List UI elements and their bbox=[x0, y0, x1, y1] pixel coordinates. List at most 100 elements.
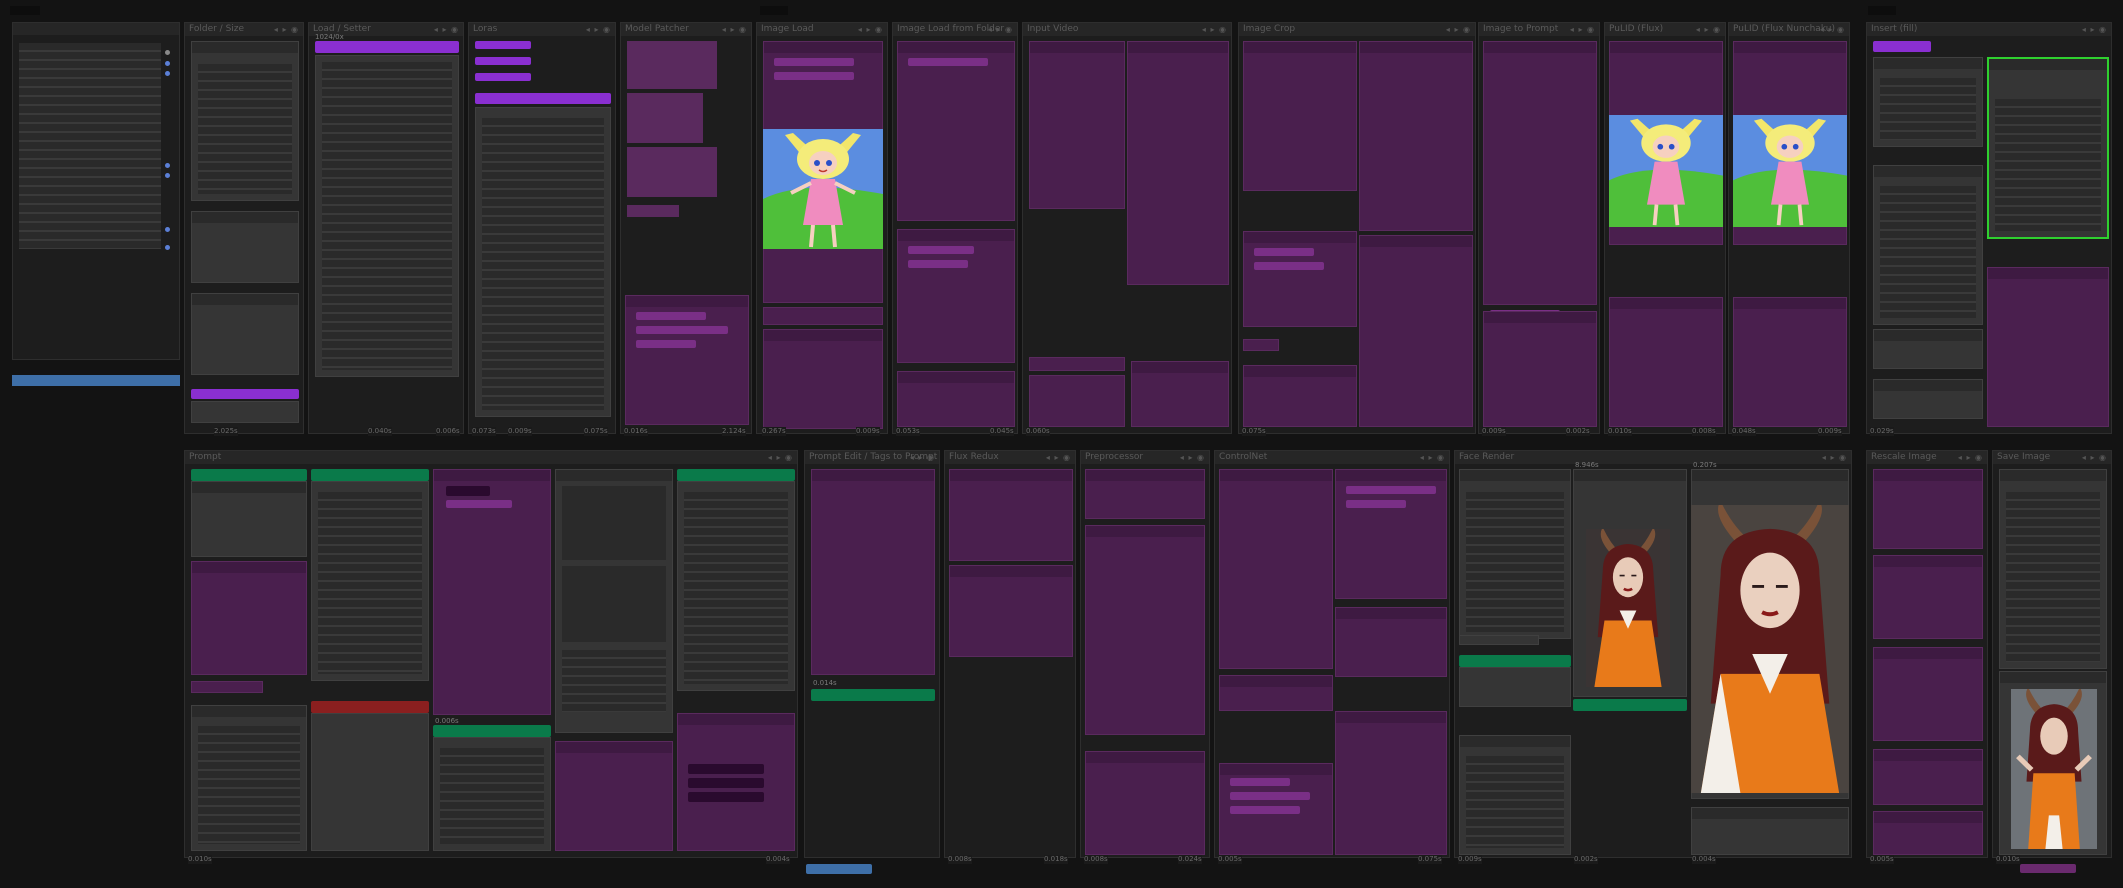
widget[interactable] bbox=[908, 260, 968, 268]
node[interactable] bbox=[191, 705, 307, 851]
group-input-video[interactable]: Input Video ◂ ▸ ◉ bbox=[1022, 22, 1232, 434]
node-header-purple[interactable] bbox=[315, 41, 459, 53]
group-controls[interactable]: ◂ ▸ ◉ bbox=[2082, 451, 2107, 464]
group-save-image[interactable]: Save Image ◂ ▸ ◉ bbox=[1992, 450, 2112, 858]
node[interactable] bbox=[1459, 667, 1571, 707]
node[interactable] bbox=[555, 469, 673, 733]
group-controls[interactable]: ◂ ▸ ◉ bbox=[1696, 23, 1721, 36]
node-header-green[interactable] bbox=[191, 469, 307, 481]
group-controls[interactable]: ◂ ▸ ◉ bbox=[1046, 451, 1071, 464]
node[interactable] bbox=[1243, 365, 1357, 427]
node[interactable] bbox=[1335, 469, 1447, 599]
group-preprocessor[interactable]: Preprocessor ◂ ▸ ◉ bbox=[1080, 450, 1210, 858]
node[interactable] bbox=[1029, 41, 1125, 209]
node[interactable] bbox=[311, 481, 429, 681]
widget[interactable] bbox=[1230, 792, 1310, 800]
group-load-setter[interactable]: Load / Setter ◂ ▸ ◉ 1024/0x bbox=[308, 22, 464, 434]
node[interactable] bbox=[1127, 41, 1229, 285]
node[interactable] bbox=[315, 55, 459, 377]
group-image-load-folder[interactable]: Image Load from Folder ◂ ▸ ◉ bbox=[892, 22, 1018, 434]
slot-icon[interactable] bbox=[165, 227, 170, 232]
node[interactable] bbox=[191, 481, 307, 557]
group-image-load[interactable]: Image Load ◂ ▸ ◉ bbox=[756, 22, 888, 434]
image-select[interactable] bbox=[774, 58, 854, 66]
workspace-tag-left[interactable] bbox=[10, 6, 40, 15]
node[interactable] bbox=[1459, 469, 1571, 639]
group-controls[interactable]: ◂ ▸ ◉ bbox=[1446, 23, 1471, 36]
node[interactable] bbox=[191, 561, 307, 675]
slot-icon[interactable] bbox=[165, 50, 170, 55]
slot-icon[interactable] bbox=[165, 245, 170, 250]
node[interactable] bbox=[1691, 807, 1849, 855]
group-controls[interactable]: ◂ ▸ ◉ bbox=[1820, 23, 1845, 36]
widget[interactable] bbox=[446, 486, 490, 496]
slot-icon[interactable] bbox=[165, 173, 170, 178]
group-face-render[interactable]: Face Render ◂ ▸ ◉ 8.946s 0.207s bbox=[1454, 450, 1852, 858]
widget[interactable] bbox=[688, 764, 764, 774]
patch-node[interactable] bbox=[627, 205, 679, 217]
node-header-green[interactable] bbox=[677, 469, 795, 481]
node[interactable] bbox=[1733, 297, 1847, 427]
node[interactable] bbox=[311, 713, 429, 851]
node[interactable] bbox=[1359, 235, 1473, 427]
node[interactable] bbox=[897, 229, 1015, 363]
node[interactable] bbox=[949, 565, 1073, 657]
node[interactable] bbox=[625, 295, 749, 425]
settings-panel[interactable] bbox=[12, 22, 180, 360]
node-header-red[interactable] bbox=[311, 701, 429, 713]
group-controls[interactable]: ◂ ▸ ◉ bbox=[910, 451, 935, 464]
node[interactable] bbox=[1873, 379, 1983, 419]
group-prompt-edit[interactable]: Prompt Edit / Tags to Prompt ◂ ▸ ◉ 0.014s bbox=[804, 450, 940, 858]
node[interactable] bbox=[555, 741, 673, 851]
group-controls[interactable]: ◂ ▸ ◉ bbox=[1202, 23, 1227, 36]
widget[interactable] bbox=[1230, 778, 1290, 786]
node-header-green[interactable] bbox=[433, 725, 551, 737]
node[interactable] bbox=[475, 107, 611, 417]
node[interactable] bbox=[1359, 41, 1473, 231]
node[interactable] bbox=[677, 481, 795, 691]
group-image-crop[interactable]: Image Crop ◂ ▸ ◉ bbox=[1238, 22, 1476, 434]
node[interactable] bbox=[1085, 525, 1205, 735]
node[interactable] bbox=[1243, 339, 1279, 351]
group-controls[interactable]: ◂ ▸ ◉ bbox=[1570, 23, 1595, 36]
selected-node[interactable] bbox=[1987, 57, 2109, 239]
node[interactable] bbox=[1131, 361, 1229, 427]
group-controls[interactable]: ◂ ▸ ◉ bbox=[1822, 451, 1847, 464]
node[interactable] bbox=[191, 293, 299, 375]
node[interactable] bbox=[191, 681, 263, 693]
group-controlnet[interactable]: ControlNet ◂ ▸ ◉ bbox=[1214, 450, 1450, 858]
patch-node[interactable] bbox=[627, 147, 717, 197]
widget[interactable] bbox=[688, 792, 764, 802]
workspace-tag-mid[interactable] bbox=[760, 6, 788, 15]
patch-node[interactable] bbox=[627, 41, 717, 89]
node[interactable] bbox=[1459, 735, 1571, 855]
group-controls[interactable]: ◂ ▸ ◉ bbox=[988, 23, 1013, 36]
group-folder-size[interactable]: Folder / Size ◂ ▸ ◉ bbox=[184, 22, 304, 434]
widget[interactable] bbox=[1346, 500, 1406, 508]
group-controls[interactable]: ◂ ▸ ◉ bbox=[768, 451, 793, 464]
lora-node[interactable] bbox=[475, 73, 531, 81]
widget[interactable] bbox=[908, 58, 988, 66]
group-image-to-prompt[interactable]: Image to Prompt ◂ ▸ ◉ bbox=[1478, 22, 1600, 434]
node[interactable] bbox=[897, 371, 1015, 427]
group-pulid-flux[interactable]: PuLID (Flux) ◂ ▸ ◉ bbox=[1604, 22, 1726, 434]
node[interactable] bbox=[191, 211, 299, 283]
widget[interactable] bbox=[908, 246, 974, 254]
group-prompt[interactable]: Prompt ◂ ▸ ◉ 0.006s bbox=[184, 450, 798, 858]
node[interactable] bbox=[1219, 763, 1333, 855]
node[interactable] bbox=[1085, 751, 1205, 855]
selected-tab[interactable] bbox=[806, 864, 872, 874]
queue-tab[interactable] bbox=[2020, 864, 2076, 873]
node[interactable] bbox=[1873, 469, 1983, 549]
node[interactable] bbox=[1219, 675, 1333, 711]
group-controls[interactable]: ◂ ▸ ◉ bbox=[274, 23, 299, 36]
node[interactable] bbox=[1085, 469, 1205, 519]
node[interactable] bbox=[1483, 41, 1597, 318]
node[interactable] bbox=[191, 41, 299, 201]
widget[interactable] bbox=[636, 326, 728, 334]
widget[interactable] bbox=[636, 312, 706, 320]
node[interactable] bbox=[1483, 311, 1597, 427]
node[interactable] bbox=[1335, 711, 1447, 855]
widget[interactable] bbox=[1230, 806, 1300, 814]
group-insert[interactable]: Insert (fill) ◂ ▸ ◉ bbox=[1866, 22, 2112, 434]
